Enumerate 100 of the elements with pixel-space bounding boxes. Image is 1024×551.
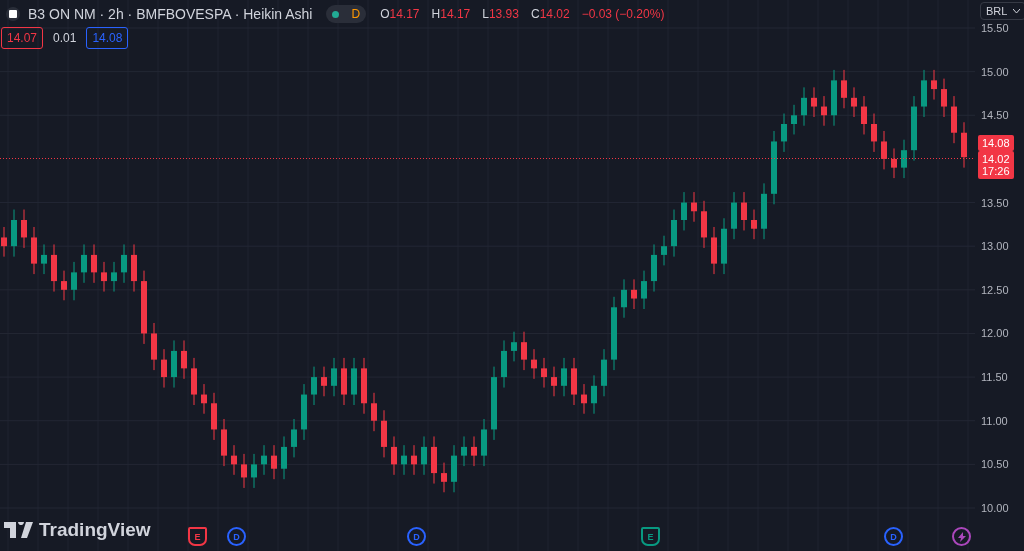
axis-price-label: 14.50	[981, 109, 1009, 122]
candle	[921, 69, 927, 118]
axis-price-label: 10.00	[981, 502, 1009, 514]
chevron-down-icon	[1013, 8, 1021, 14]
candle	[671, 209, 677, 258]
candle	[541, 357, 547, 389]
candle	[511, 331, 517, 362]
candle	[591, 374, 597, 415]
candle	[941, 78, 947, 118]
lightning-icon	[957, 531, 966, 542]
candle	[21, 209, 27, 249]
dividend-marker[interactable]: D	[227, 527, 246, 546]
candle	[371, 392, 377, 432]
earnings-marker[interactable]: E	[641, 527, 660, 546]
candle	[401, 444, 407, 476]
candle	[601, 348, 607, 397]
axis-price-label: 15.50	[981, 22, 1009, 34]
candle	[471, 435, 477, 467]
axis-price-label: 11.00	[981, 414, 1008, 427]
candle	[841, 69, 847, 109]
candle	[391, 435, 397, 476]
candle	[251, 453, 257, 489]
candle	[211, 392, 217, 441]
candle	[861, 95, 867, 135]
candle	[11, 209, 17, 258]
axis-price-label: 13.00	[981, 240, 1009, 253]
ohlc-value: O14.17	[380, 7, 420, 21]
ohlc-value: H14.17	[431, 7, 471, 21]
brand-logo[interactable]: TradingView	[4, 519, 151, 541]
candle	[411, 444, 417, 476]
candle	[461, 435, 467, 467]
chart-title[interactable]: B3 ON NM · 2h · BMFBOVESPA · Heikin Ashi	[28, 6, 313, 22]
candle	[101, 261, 107, 293]
candle	[221, 418, 227, 467]
currency-dropdown[interactable]: BRL	[980, 2, 1024, 20]
candle	[161, 348, 167, 389]
candle	[931, 69, 937, 101]
candle	[201, 383, 207, 415]
candle	[111, 261, 117, 293]
candle	[71, 261, 77, 301]
timeframe-label: D	[350, 7, 362, 21]
candle	[41, 243, 47, 275]
last-price-tag: 14.02 17:26	[978, 151, 1014, 179]
market-status[interactable]: D	[326, 5, 367, 23]
dividend-marker[interactable]: D	[884, 527, 903, 546]
symbol-logo-icon	[6, 7, 20, 21]
candle	[691, 191, 697, 223]
candle	[831, 69, 837, 127]
candle	[661, 235, 667, 266]
candle	[61, 270, 67, 301]
earnings-marker[interactable]: E	[188, 527, 207, 546]
candle	[241, 453, 247, 489]
candle	[821, 95, 827, 127]
candle	[451, 444, 457, 493]
candle	[631, 278, 637, 310]
candle	[81, 243, 87, 284]
ask-price-tag: 14.08	[978, 135, 1014, 151]
candle	[421, 435, 427, 476]
candle	[481, 418, 487, 467]
candle	[441, 462, 447, 493]
price-change: −0.03 (−0.20%)	[581, 7, 665, 21]
candle	[801, 86, 807, 127]
candle	[781, 113, 787, 153]
buy-price[interactable]: 14.08	[86, 27, 129, 49]
sell-price[interactable]: 14.07	[1, 27, 44, 49]
candle	[51, 243, 57, 293]
axis-price-label: 11.50	[981, 371, 1008, 384]
candle	[331, 357, 337, 397]
candle	[911, 95, 917, 162]
candle	[701, 200, 707, 249]
candle	[811, 86, 817, 118]
candle	[571, 357, 577, 406]
axis-price-label: 12.50	[981, 283, 1009, 296]
candle	[751, 209, 757, 240]
status-dot-icon	[332, 10, 340, 18]
flash-marker[interactable]	[952, 527, 971, 546]
candle	[871, 113, 877, 153]
candle	[551, 366, 557, 397]
candle	[261, 444, 267, 476]
candle	[731, 191, 737, 240]
candle	[351, 357, 357, 406]
candle	[311, 366, 317, 406]
candle	[961, 121, 967, 169]
candle	[711, 226, 717, 275]
candle	[281, 435, 287, 480]
axis-price-label: 15.00	[981, 65, 1009, 78]
candle	[231, 444, 237, 476]
candle	[301, 383, 307, 441]
candle	[741, 191, 747, 231]
candle	[501, 339, 507, 389]
candle	[621, 278, 627, 319]
candle	[901, 139, 907, 179]
dividend-marker[interactable]: D	[407, 527, 426, 546]
candle	[151, 322, 157, 371]
axis-price-label: 10.50	[981, 458, 1009, 471]
axis-price-label: 13.50	[981, 196, 1009, 209]
ohlc-value: L13.93	[482, 7, 519, 21]
ohlc-value: C14.02	[530, 7, 570, 21]
candle	[641, 270, 647, 310]
candle	[291, 418, 297, 458]
